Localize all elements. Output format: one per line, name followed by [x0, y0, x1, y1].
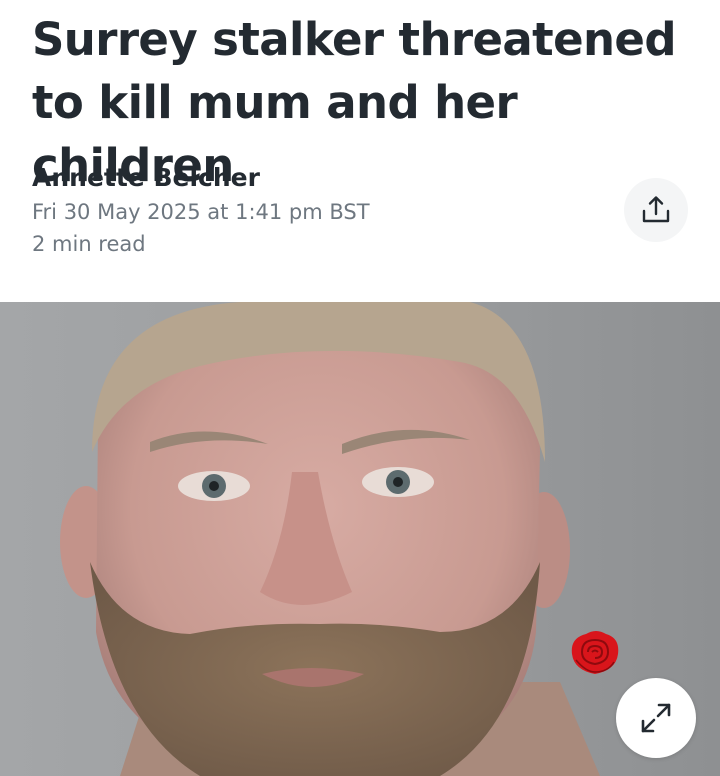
- mugshot-photo: [0, 302, 720, 776]
- article-page: Surrey stalker threatened to kill mum an…: [0, 0, 720, 776]
- byline: Annette Belcher Fri 30 May 2025 at 1:41 …: [32, 160, 370, 260]
- read-time: 2 min read: [32, 232, 146, 256]
- share-icon: [642, 196, 670, 223]
- expand-image-button[interactable]: [616, 678, 696, 758]
- article-hero-image[interactable]: [0, 302, 720, 776]
- rose-sticker: [568, 628, 622, 678]
- share-button[interactable]: [624, 178, 688, 242]
- author-name[interactable]: Annette Belcher: [32, 160, 370, 196]
- expand-icon: [641, 703, 671, 733]
- rose-icon: [571, 631, 619, 674]
- publish-date: Fri 30 May 2025 at 1:41 pm BST: [32, 200, 370, 224]
